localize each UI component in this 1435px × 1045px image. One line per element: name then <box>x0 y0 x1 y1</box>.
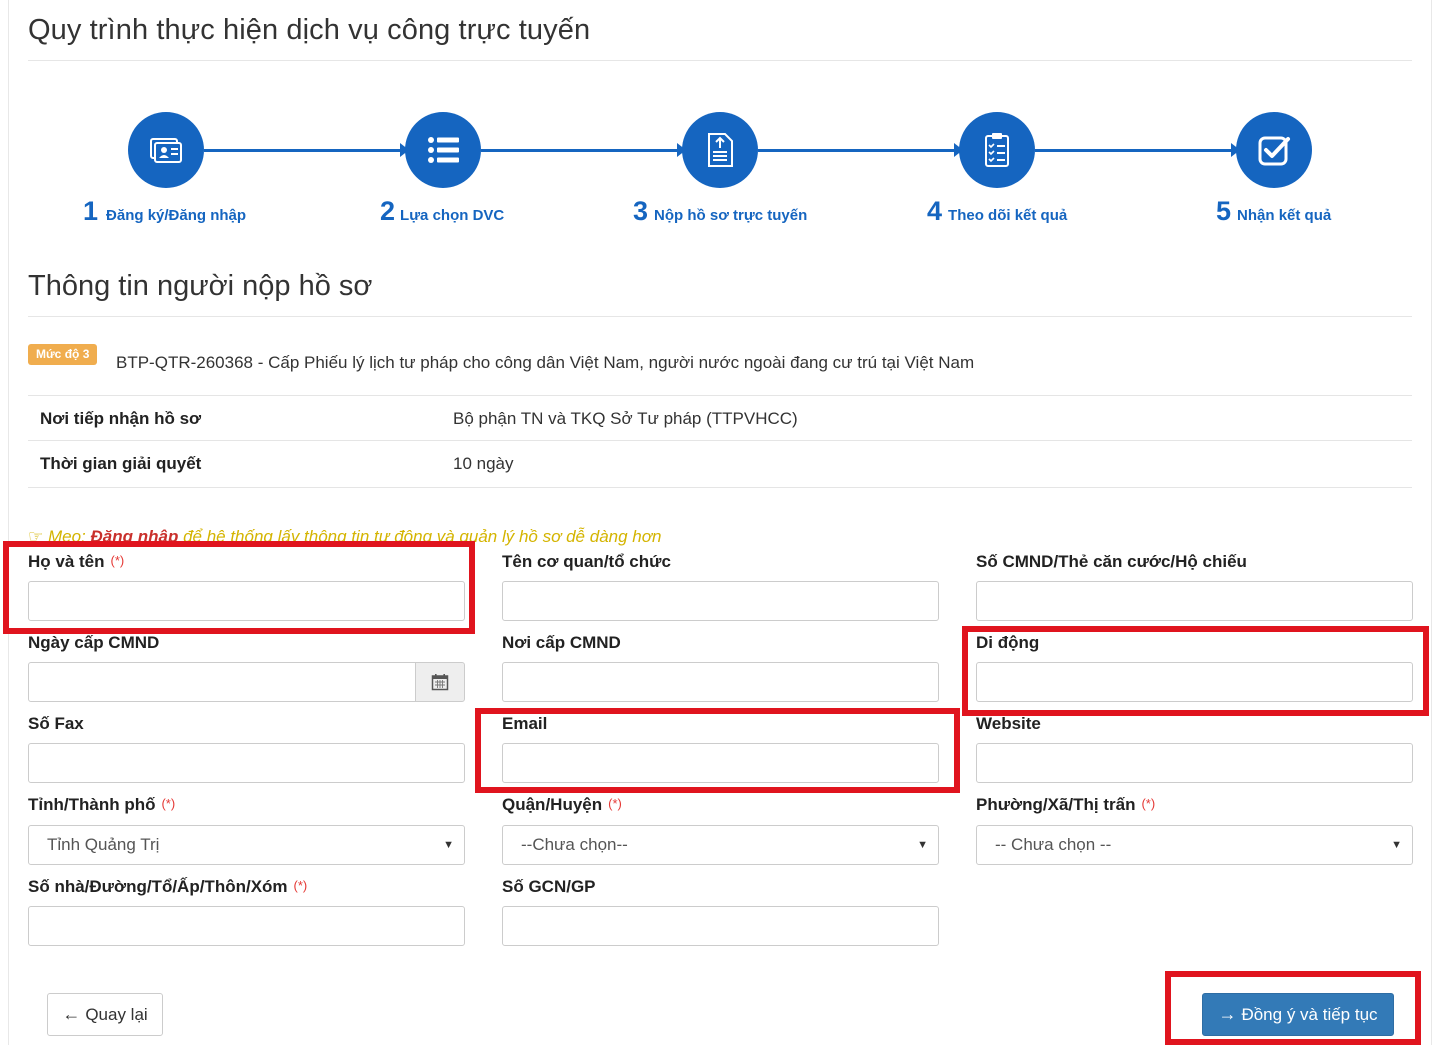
highlight-box <box>962 626 1429 716</box>
phuong-label: Phường/Xã/Thị trấn (*) <box>976 795 1155 815</box>
back-button-label: Quay lại <box>85 1004 148 1024</box>
back-button[interactable]: ← Quay lại <box>47 993 163 1036</box>
step-4-label[interactable]: 4 Theo dõi kết quả <box>927 196 1067 227</box>
gcn-label: Số GCN/GP <box>502 877 596 896</box>
step-5[interactable] <box>1236 112 1312 188</box>
so-nha-input[interactable] <box>28 906 465 946</box>
step-number: 2 <box>380 196 396 226</box>
step-text: Theo dõi kết quả <box>948 207 1068 224</box>
caret-down-icon: ▼ <box>443 839 454 851</box>
step-text: Nhận kết quả <box>1237 207 1332 224</box>
step-number: 3 <box>633 196 649 226</box>
gcn-input[interactable] <box>502 906 939 946</box>
info-key: Thời gian giải quyết <box>40 454 202 473</box>
noi-cap-label: Nơi cấp CMND <box>502 633 621 652</box>
fax-label: Số Fax <box>28 714 84 733</box>
co-quan-label: Tên cơ quan/tổ chức <box>502 552 671 571</box>
website-input[interactable] <box>976 743 1413 783</box>
info-row-duration: Thời gian giải quyết 10 ngày <box>28 440 1412 486</box>
step-number: 1 <box>83 196 99 226</box>
ngay-cap-label: Ngày cấp CMND <box>28 633 160 652</box>
step-5-label[interactable]: 5 Nhận kết quả <box>1216 196 1331 227</box>
check-square-icon <box>1258 136 1290 166</box>
info-value: Bộ phận TN và TKQ Sở Tư pháp (TTPVHCC) <box>453 409 798 428</box>
ngay-cap-input[interactable] <box>28 662 416 702</box>
step-2-label[interactable]: 2 Lựa chọn DVC <box>380 196 504 227</box>
tinh-select[interactable]: Tỉnh Quảng Trị ▼ <box>28 825 465 865</box>
required-mark: (*) <box>161 796 176 811</box>
info-key: Nơi tiếp nhận hồ sơ <box>40 409 202 428</box>
label-text: Tỉnh/Thành phố <box>28 795 156 814</box>
quan-label: Quận/Huyện (*) <box>502 795 622 815</box>
caret-down-icon: ▼ <box>1391 839 1402 851</box>
list-icon <box>428 137 459 163</box>
co-quan-input[interactable] <box>502 581 939 621</box>
step-number: 4 <box>927 196 943 226</box>
label-text: Phường/Xã/Thị trấn <box>976 795 1136 814</box>
required-mark: (*) <box>293 878 308 893</box>
highlight-box <box>3 541 475 634</box>
step-number: 5 <box>1216 196 1232 226</box>
label-text: Số nhà/Đường/Tổ/Ấp/Thôn/Xóm <box>28 877 288 896</box>
step-text: Đăng ký/Đăng nhập <box>106 207 247 224</box>
fax-input[interactable] <box>28 743 465 783</box>
phuong-select[interactable]: -- Chưa chọn -- ▼ <box>976 825 1413 865</box>
step-4[interactable] <box>959 112 1035 188</box>
highlight-box <box>475 708 960 793</box>
cmnd-label: Số CMND/Thẻ căn cước/Hộ chiếu <box>976 552 1247 571</box>
step-3[interactable] <box>682 112 758 188</box>
info-row-receiver: Nơi tiếp nhận hồ sơ Bộ phận TN và TKQ Sở… <box>28 395 1412 441</box>
arrow-left-icon: ← <box>62 1004 81 1024</box>
select-value: Tỉnh Quảng Trị <box>47 835 160 854</box>
website-label: Website <box>976 714 1041 733</box>
step-text: Lựa chọn DVC <box>400 207 505 224</box>
required-mark: (*) <box>1141 796 1156 811</box>
select-value: -- Chưa chọn -- <box>995 835 1112 854</box>
step-1-label[interactable]: 1 Đăng ký/Đăng nhập <box>83 196 246 227</box>
step-connector <box>204 149 402 152</box>
noi-cap-input[interactable] <box>502 662 939 702</box>
divider <box>28 487 1412 488</box>
calendar-button[interactable] <box>415 662 465 702</box>
info-value: 10 ngày <box>453 454 514 473</box>
step-2[interactable] <box>405 112 481 188</box>
id-card-icon <box>150 138 182 163</box>
process-steps: 1 Đăng ký/Đăng nhập 2 Lựa chọn DVC 3 Nộp… <box>0 100 1435 240</box>
step-text: Nộp hồ sơ trực tuyến <box>654 207 808 224</box>
required-mark: (*) <box>608 796 622 811</box>
section-title: Thông tin người nộp hồ sơ <box>28 270 373 302</box>
so-nha-label: Số nhà/Đường/Tổ/Ấp/Thôn/Xóm (*) <box>28 877 307 897</box>
step-connector <box>1035 149 1233 152</box>
quan-select[interactable]: --Chưa chọn-- ▼ <box>502 825 939 865</box>
page-title: Quy trình thực hiện dịch vụ công trực tu… <box>28 14 591 46</box>
procedure-title: BTP-QTR-260368 - Cấp Phiếu lý lịch tư ph… <box>116 353 975 372</box>
step-connector <box>758 149 956 152</box>
step-1[interactable] <box>128 112 204 188</box>
step-connector <box>481 149 679 152</box>
step-3-label[interactable]: 3 Nộp hồ sơ trực tuyến <box>633 196 807 227</box>
calendar-icon <box>431 674 449 691</box>
clipboard-checklist-icon <box>985 133 1009 167</box>
divider <box>28 316 1412 317</box>
tinh-label: Tỉnh/Thành phố (*) <box>28 795 175 815</box>
divider <box>28 60 1412 61</box>
document-upload-icon <box>708 133 733 167</box>
label-text: Quận/Huyện <box>502 795 603 814</box>
highlight-box <box>1165 971 1421 1045</box>
caret-down-icon: ▼ <box>917 839 928 851</box>
level-badge: Mức độ 3 <box>28 344 98 365</box>
cmnd-input[interactable] <box>976 581 1413 621</box>
select-value: --Chưa chọn-- <box>521 835 628 854</box>
